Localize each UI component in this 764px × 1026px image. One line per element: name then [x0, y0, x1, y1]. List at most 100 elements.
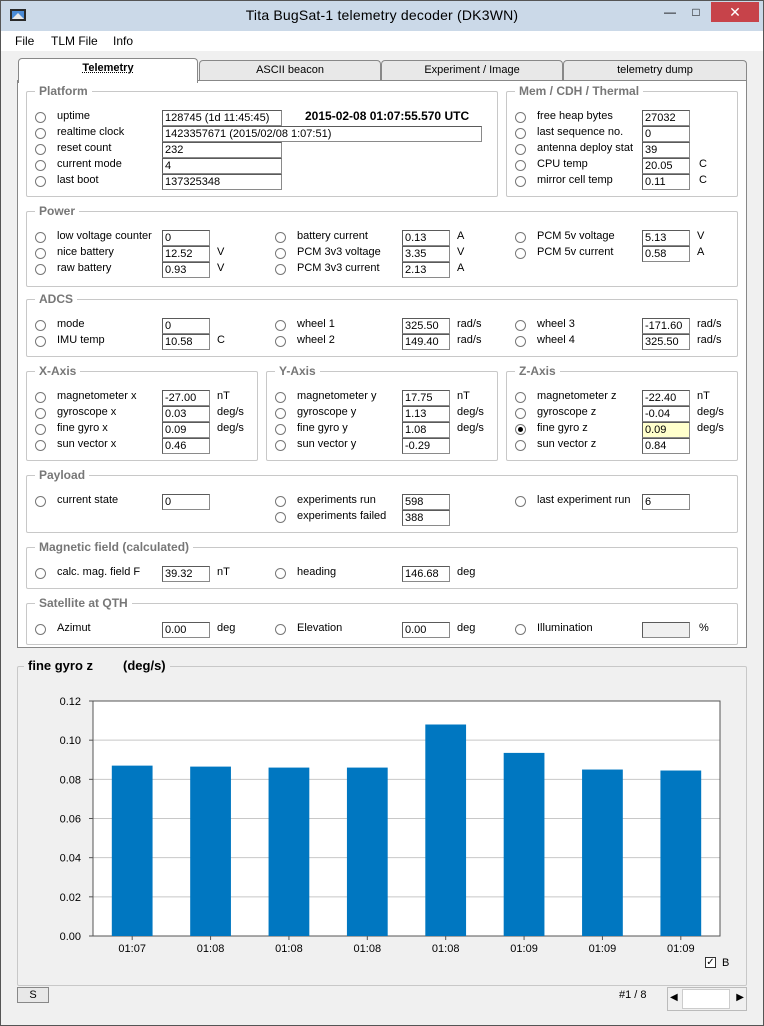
label-current-mode: current mode [57, 158, 122, 170]
radio-cpu-temp[interactable] [515, 160, 526, 171]
menu-tlm-file[interactable]: TLM File [51, 34, 98, 48]
radio-experiments-failed[interactable] [275, 512, 286, 523]
checkbox-b[interactable]: ✓ [705, 957, 716, 968]
label-last-experiment-run: last experiment run [537, 494, 631, 506]
radio-magnetometer-y[interactable] [275, 392, 286, 403]
unit-magnetometer-y: nT [457, 390, 470, 402]
field-sun-vector-z: 0.84 [642, 438, 690, 454]
radio-experiments-run[interactable] [275, 496, 286, 507]
tab-ascii-beacon[interactable]: ASCII beacon [199, 60, 381, 80]
radio-mirror-cell-temp[interactable] [515, 176, 526, 187]
record-scrollbar[interactable]: ◀ ▶ [667, 987, 747, 1011]
radio-wheel-4[interactable] [515, 336, 526, 347]
label-gyroscope-z: gyroscope z [537, 406, 597, 418]
minimize-icon[interactable]: — [657, 2, 683, 22]
platform-group: Platform 2015-02-08 01:07:55.570 UTC upt… [26, 84, 498, 197]
unit-gyroscope-y: deg/s [457, 406, 484, 418]
radio-wheel-2[interactable] [275, 336, 286, 347]
label-heading: heading [297, 566, 337, 578]
radio-last-boot[interactable] [35, 176, 46, 187]
field-pcm-5v-current: 0.58 [642, 246, 690, 262]
radio-illumination[interactable] [515, 624, 526, 635]
radio-current-state[interactable] [35, 496, 46, 507]
radio-last-sequence[interactable] [515, 128, 526, 139]
scroll-left-icon[interactable]: ◀ [670, 992, 678, 1003]
radio-pcm-5v-current[interactable] [515, 248, 526, 259]
label-sun-vector-y: sun vector y [297, 438, 357, 450]
radio-adcs-mode[interactable] [35, 320, 46, 331]
x-axis-group: X-Axis magnetometer x -27.00 nT gyroscop… [26, 364, 258, 461]
tab-telemetry-dump[interactable]: telemetry dump [563, 60, 747, 80]
radio-sun-vector-z[interactable] [515, 440, 526, 451]
radio-elevation[interactable] [275, 624, 286, 635]
radio-sun-vector-y[interactable] [275, 440, 286, 451]
radio-magnetometer-x[interactable] [35, 392, 46, 403]
field-last-experiment-run: 6 [642, 494, 690, 510]
close-icon[interactable]: ✕ [711, 2, 759, 22]
radio-raw-battery[interactable] [35, 264, 46, 275]
s-button[interactable]: S [17, 987, 49, 1003]
label-reset-count: reset count [57, 142, 112, 154]
field-free-heap: 27032 [642, 110, 690, 126]
radio-last-experiment-run[interactable] [515, 496, 526, 507]
group-title: Power [35, 204, 80, 218]
label-current-state: current state [57, 494, 119, 506]
group-title: Mem / CDH / Thermal [515, 84, 644, 98]
radio-gyroscope-x[interactable] [35, 408, 46, 419]
radio-magnetometer-z[interactable] [515, 392, 526, 403]
group-title: Y-Axis [275, 364, 320, 378]
radio-imu-temp[interactable] [35, 336, 46, 347]
payload-group: Payload current state 0 experiments run … [26, 468, 738, 533]
radio-current-mode[interactable] [35, 160, 46, 171]
label-gyroscope-y: gyroscope y [297, 406, 357, 418]
menu-info[interactable]: Info [113, 34, 133, 48]
group-title: ADCS [35, 292, 78, 306]
radio-heading[interactable] [275, 568, 286, 579]
label-raw-battery: raw battery [57, 262, 112, 274]
tab-experiment-image[interactable]: Experiment / Image [381, 60, 563, 80]
x-tick-label: 01:09 [510, 943, 538, 955]
unit-battery-current: A [457, 230, 465, 242]
radio-wheel-3[interactable] [515, 320, 526, 331]
radio-gyroscope-y[interactable] [275, 408, 286, 419]
radio-realtime-clock[interactable] [35, 128, 46, 139]
label-pcm-5v-voltage: PCM 5v voltage [537, 230, 615, 242]
radio-gyroscope-z[interactable] [515, 408, 526, 419]
unit-fine-gyro-z: deg/s [697, 422, 724, 434]
label-experiments-failed: experiments failed [297, 510, 387, 522]
radio-wheel-1[interactable] [275, 320, 286, 331]
field-gyroscope-z: -0.04 [642, 406, 690, 422]
field-experiments-failed: 388 [402, 510, 450, 526]
window-title: Tita BugSat-1 telemetry decoder (DK3WN) [245, 7, 519, 23]
radio-azimut[interactable] [35, 624, 46, 635]
maximize-icon[interactable]: □ [683, 2, 709, 22]
radio-pcm-3v3-voltage[interactable] [275, 248, 286, 259]
label-antenna-deploy: antenna deploy stat [537, 142, 634, 154]
radio-pcm-3v3-current[interactable] [275, 264, 286, 275]
tab-telemetry[interactable]: Telemetry [18, 58, 198, 83]
menu-bar: File TLM File Info [1, 31, 763, 51]
scroll-right-icon[interactable]: ▶ [736, 992, 744, 1003]
radio-nice-battery[interactable] [35, 248, 46, 259]
radio-sun-vector-x[interactable] [35, 440, 46, 451]
radio-fine-gyro-y[interactable] [275, 424, 286, 435]
radio-fine-gyro-x[interactable] [35, 424, 46, 435]
menu-file[interactable]: File [15, 34, 34, 48]
label-last-boot: last boot [57, 174, 99, 186]
field-illumination [642, 622, 690, 638]
radio-antenna-deploy[interactable] [515, 144, 526, 155]
unit-azimut: deg [217, 622, 236, 634]
radio-calc-mag-field[interactable] [35, 568, 46, 579]
radio-reset-count[interactable] [35, 144, 46, 155]
label-fine-gyro-x: fine gyro x [57, 422, 108, 434]
radio-free-heap[interactable] [515, 112, 526, 123]
radio-uptime[interactable] [35, 112, 46, 123]
radio-pcm-5v-voltage[interactable] [515, 232, 526, 243]
scroll-thumb[interactable] [682, 989, 730, 1009]
radio-battery-current[interactable] [275, 232, 286, 243]
y-tick-label: 0.02 [60, 892, 81, 904]
chart-series-name: fine gyro z [28, 658, 94, 673]
radio-low-voltage-counter[interactable] [35, 232, 46, 243]
chart-unit: (deg/s) [123, 658, 166, 673]
radio-fine-gyro-z[interactable] [515, 424, 526, 435]
